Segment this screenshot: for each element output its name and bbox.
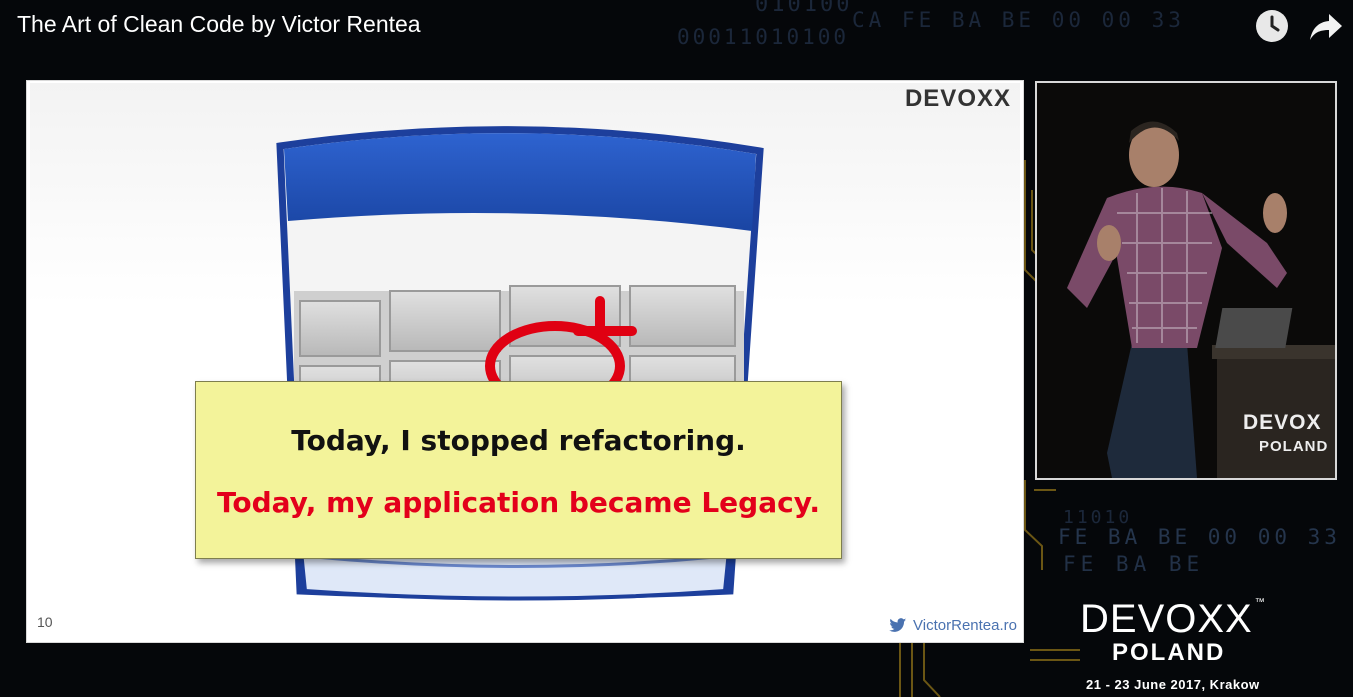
clock-icon xyxy=(1258,12,1286,40)
slide-brand-logo: DEVOXX xyxy=(904,85,1011,112)
devoxx-logo: DEVOXX ™ xyxy=(1080,597,1266,641)
watch-later-button[interactable] xyxy=(1256,10,1288,42)
background-code-line: 010100 xyxy=(755,0,853,17)
share-button[interactable] xyxy=(1309,12,1343,42)
twitter-icon xyxy=(889,618,907,632)
quote-callout-box: Today, I stopped refactoring. Today, my … xyxy=(195,381,842,559)
share-arrow-icon xyxy=(1310,14,1342,40)
background-code-line: CA FE BA BE 00 00 33 xyxy=(852,8,1185,32)
speaker-video-feed: DEVOX POLAND xyxy=(1035,81,1337,480)
callout-line-stopped-refactoring: Today, I stopped refactoring. xyxy=(291,424,746,457)
callout-line-became-legacy: Today, my application became Legacy. xyxy=(216,486,821,519)
event-dates: 21 - 23 June 2017, Krakow xyxy=(1086,677,1260,692)
background-code-line: 00011010100 xyxy=(677,25,850,49)
devoxx-poland-brand: DEVOXX ™ POLAND 21 - 23 June 2017, Krakow xyxy=(1080,597,1266,692)
video-title[interactable]: The Art of Clean Code by Victor Rentea xyxy=(17,11,421,38)
devoxx-logo-text: DEVOXX xyxy=(1080,597,1253,641)
circuit-decoration xyxy=(899,640,1080,697)
background-code-line: FE BA BE 00 00 33 xyxy=(1058,525,1341,549)
stage-devoxx-logo: DEVOX xyxy=(1243,411,1322,434)
presentation-slide: DEVOXX Today, I stopped refactoring. Tod… xyxy=(26,80,1024,643)
stage-poland-label: POLAND xyxy=(1259,438,1329,455)
background-code-line: FE BA BE xyxy=(1063,552,1205,576)
slide-number: 10 xyxy=(37,614,53,630)
slide-footer: VictorRentea.ro xyxy=(889,617,1017,634)
slide-footer-website: VictorRentea.ro xyxy=(913,617,1017,634)
brand-country: POLAND xyxy=(1112,639,1226,666)
